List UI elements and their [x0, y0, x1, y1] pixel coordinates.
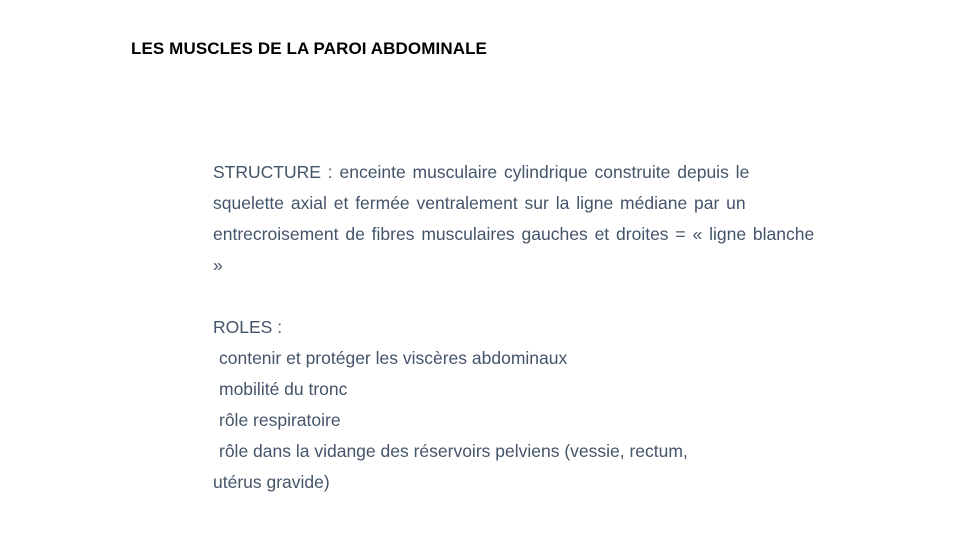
- slide: LES MUSCLES DE LA PAROI ABDOMINALE STRUC…: [0, 0, 960, 540]
- role-item-mobility: mobilité du tronc: [219, 379, 348, 399]
- structure-paragraph: STRUCTURE : enceinte musculaire cylindri…: [213, 157, 823, 281]
- slide-title: LES MUSCLES DE LA PAROI ABDOMINALE: [131, 39, 488, 58]
- roles-heading: ROLES :: [213, 317, 283, 337]
- role-item-contain: contenir et protéger les viscères abdomi…: [219, 348, 568, 368]
- role-item-pelvic: rôle dans la vidange des réservoirs pelv…: [219, 441, 688, 461]
- role-item-respiratory: rôle respiratoire: [219, 410, 341, 430]
- slide-body: STRUCTURE : enceinte musculaire cylindri…: [213, 157, 823, 498]
- structure-label: STRUCTURE: [213, 162, 321, 182]
- role-item-pelvic-continuation: utérus gravide): [213, 472, 330, 492]
